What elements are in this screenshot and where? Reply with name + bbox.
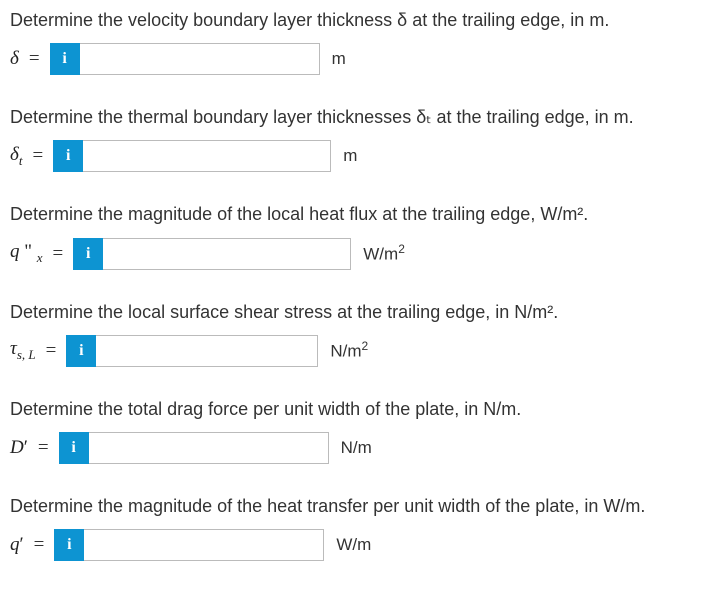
- input-row: D′ = i N/m: [10, 432, 712, 464]
- input-row: q " x = i W/m2: [10, 238, 712, 270]
- equals-sign: =: [38, 437, 49, 459]
- variable-label: δ: [10, 48, 19, 70]
- info-icon[interactable]: i: [54, 529, 84, 561]
- unit-label: N/m: [341, 438, 372, 458]
- info-icon[interactable]: i: [50, 43, 80, 75]
- equals-sign: =: [53, 243, 64, 265]
- question-prompt: Determine the velocity boundary layer th…: [10, 8, 712, 33]
- answer-input[interactable]: [89, 432, 329, 464]
- variable-label: τs, L: [10, 338, 36, 363]
- question-prompt: Determine the total drag force per unit …: [10, 397, 712, 422]
- question-block-5: Determine the total drag force per unit …: [10, 397, 712, 464]
- equals-sign: =: [34, 534, 45, 556]
- question-block-2: Determine the thermal boundary layer thi…: [10, 105, 712, 172]
- question-prompt: Determine the magnitude of the heat tran…: [10, 494, 712, 519]
- answer-input[interactable]: [103, 238, 351, 270]
- answer-input[interactable]: [80, 43, 320, 75]
- answer-input[interactable]: [96, 335, 318, 367]
- equals-sign: =: [29, 48, 40, 70]
- info-icon[interactable]: i: [73, 238, 103, 270]
- unit-label: W/m2: [363, 242, 405, 265]
- info-icon[interactable]: i: [66, 335, 96, 367]
- question-block-1: Determine the velocity boundary layer th…: [10, 8, 712, 75]
- unit-label: m: [343, 146, 357, 166]
- unit-label: W/m: [336, 535, 371, 555]
- input-row: δt = i m: [10, 140, 712, 172]
- question-prompt: Determine the local surface shear stress…: [10, 300, 712, 325]
- info-icon[interactable]: i: [53, 140, 83, 172]
- equals-sign: =: [46, 340, 57, 362]
- question-block-3: Determine the magnitude of the local hea…: [10, 202, 712, 269]
- input-row: τs, L = i N/m2: [10, 335, 712, 367]
- unit-label: m: [332, 49, 346, 69]
- question-block-6: Determine the magnitude of the heat tran…: [10, 494, 712, 561]
- info-icon[interactable]: i: [59, 432, 89, 464]
- variable-label: δt: [10, 144, 22, 169]
- unit-label: N/m2: [330, 339, 368, 362]
- answer-input[interactable]: [83, 140, 331, 172]
- input-row: q′ = i W/m: [10, 529, 712, 561]
- variable-label: q " x: [10, 241, 43, 266]
- question-block-4: Determine the local surface shear stress…: [10, 300, 712, 367]
- variable-label: q′: [10, 534, 24, 556]
- input-row: δ = i m: [10, 43, 712, 75]
- question-prompt: Determine the magnitude of the local hea…: [10, 202, 712, 227]
- question-prompt: Determine the thermal boundary layer thi…: [10, 105, 712, 130]
- equals-sign: =: [32, 145, 43, 167]
- answer-input[interactable]: [84, 529, 324, 561]
- variable-label: D′: [10, 437, 28, 459]
